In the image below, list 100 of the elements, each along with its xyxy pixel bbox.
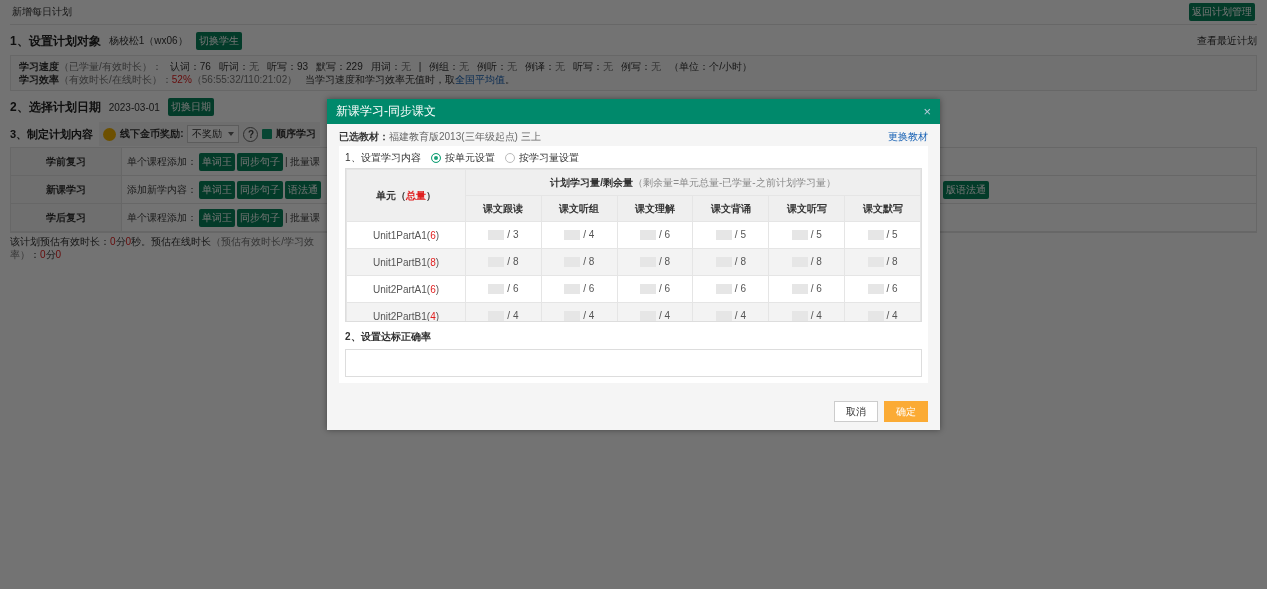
input-field[interactable] [564, 283, 581, 294]
section-heading: 1、设置计划对象 [10, 32, 101, 50]
batch-label: 批量课 [289, 210, 320, 225]
unit-cell: Unit1PartA1(6) [346, 221, 466, 249]
switch-date-button[interactable]: 切换日期 [167, 98, 214, 116]
course-button[interactable]: 语法通 [285, 180, 321, 199]
unit-cell: Unit2PartA1(6) [346, 275, 466, 303]
coin-icon [103, 127, 117, 141]
textbook-text: 已选教材：福建教育版2013(三年级起点) 三上 [339, 130, 541, 144]
mode-radio[interactable]: 按学习量设置 [504, 151, 579, 165]
remaining-count: / 4 [507, 310, 519, 321]
separator: | [285, 156, 288, 167]
reward-label: 线下金币奖励: [120, 127, 184, 141]
remaining-count: / 6 [734, 283, 746, 294]
course-button[interactable]: 版语法通 [943, 180, 989, 199]
speed-stat: 认词：76 [169, 60, 211, 73]
input-field[interactable] [488, 229, 505, 240]
page-title: 新增每日计划 [12, 5, 72, 19]
row-header: 学后复习 [11, 204, 122, 231]
remaining-count: / 6 [507, 283, 519, 294]
unit-note: （单位：个/小时） [669, 60, 753, 73]
input-field[interactable] [564, 229, 581, 240]
course-button[interactable]: 同步句子 [237, 180, 283, 199]
input-field[interactable] [564, 310, 581, 321]
course-button[interactable]: 单词王 [199, 208, 235, 227]
checkbox[interactable] [262, 129, 273, 139]
column-header: 计划学习量/剩余量（剩余量=单元总量-已学量-之前计划学习量） [465, 169, 921, 196]
remaining-count: / 5 [886, 229, 898, 240]
input-field[interactable] [640, 310, 656, 321]
add-label: 单个课程添加： [127, 210, 197, 225]
back-button[interactable]: 返回计划管理 [1189, 3, 1255, 21]
dialog-title: 新课学习-同步课文 [336, 103, 436, 120]
switch-student-button[interactable]: 切换学生 [195, 32, 242, 50]
add-label: 单个课程添加： [127, 154, 197, 169]
remaining-count: / 6 [810, 283, 822, 294]
average-note: 当学习速度和学习效率无值时，取全国平均值。 [305, 73, 516, 86]
remaining-count: / 5 [810, 229, 822, 240]
remaining-count: / 4 [810, 310, 822, 321]
column-header: 课文默写 [844, 195, 921, 222]
remaining-count: / 6 [659, 283, 671, 294]
content-heading: 1、设置学习内容 [345, 151, 421, 165]
input-field[interactable] [867, 283, 884, 294]
remaining-count: / 5 [734, 229, 746, 240]
remaining-count: / 8 [659, 256, 671, 267]
remaining-count: / 4 [659, 310, 671, 321]
remaining-count: / 4 [583, 229, 595, 240]
column-header: 课文跟读 [465, 195, 542, 222]
input-field[interactable] [640, 283, 656, 294]
unit-cell: Unit1PartB1(8) [346, 248, 466, 276]
plan-date: 2023-03-01 [108, 101, 160, 113]
section-heading: 3、制定计划内容 [10, 126, 94, 142]
input-field[interactable] [640, 229, 656, 240]
speed-stat: 听写：93 [266, 60, 309, 73]
add-label: 添加新学内容： [127, 182, 197, 197]
remaining-count: / 8 [886, 256, 898, 267]
input-field[interactable] [488, 310, 505, 321]
course-button[interactable]: 单词王 [199, 180, 235, 199]
course-button[interactable]: 同步句子 [237, 152, 283, 171]
remaining-count: / 4 [886, 310, 898, 321]
reward-select[interactable]: 不奖励 [187, 125, 240, 143]
input-field[interactable] [715, 310, 732, 321]
mode-radio[interactable]: 按单元设置 [430, 151, 495, 165]
accuracy-heading: 2、设置达标正确率 [345, 330, 432, 344]
column-header: 课文听组 [541, 195, 618, 222]
column-header: 单元（总量） [346, 169, 466, 222]
input-field[interactable] [867, 229, 884, 240]
column-header: 课文背诵 [693, 195, 769, 222]
separator: | [418, 60, 422, 73]
remaining-count: / 8 [810, 256, 822, 267]
input-field[interactable] [791, 229, 808, 240]
row-header: 新课学习 [11, 176, 122, 203]
remaining-count: / 8 [734, 256, 746, 267]
remaining-count: / 8 [583, 256, 595, 267]
remaining-count: / 4 [583, 310, 595, 321]
remaining-count: / 6 [659, 229, 671, 240]
course-button[interactable]: 同步句子 [237, 208, 283, 227]
column-header: 课文听写 [768, 195, 845, 222]
remaining-count: / 8 [507, 256, 519, 267]
cancel-button[interactable]: 取消 [834, 401, 878, 422]
remaining-count: / 6 [583, 283, 595, 294]
input-field[interactable] [488, 283, 505, 294]
sequential-label: 顺序学习 [276, 127, 317, 141]
batch-label: 批量课 [289, 154, 320, 169]
input-field[interactable] [867, 310, 884, 321]
confirm-button[interactable]: 确定 [884, 401, 928, 422]
column-header: 课文理解 [617, 195, 693, 222]
row-header: 学前复习 [11, 148, 122, 175]
remaining-count: / 4 [734, 310, 746, 321]
input-field[interactable] [791, 283, 808, 294]
course-button[interactable]: 单词王 [199, 152, 235, 171]
input-field[interactable] [791, 310, 808, 321]
speed-stat: 默写：229 [316, 60, 363, 73]
separator: | [285, 212, 288, 223]
recent-plan-link[interactable]: 查看最近计划 [1197, 34, 1257, 48]
input-field[interactable] [715, 229, 732, 240]
change-textbook-link[interactable]: 更换教材 [888, 130, 928, 144]
close-button[interactable]: × [923, 104, 931, 119]
input-field[interactable] [715, 283, 732, 294]
remaining-count: / 3 [507, 229, 519, 240]
student-name: 杨校松1（wx06） [108, 34, 188, 48]
